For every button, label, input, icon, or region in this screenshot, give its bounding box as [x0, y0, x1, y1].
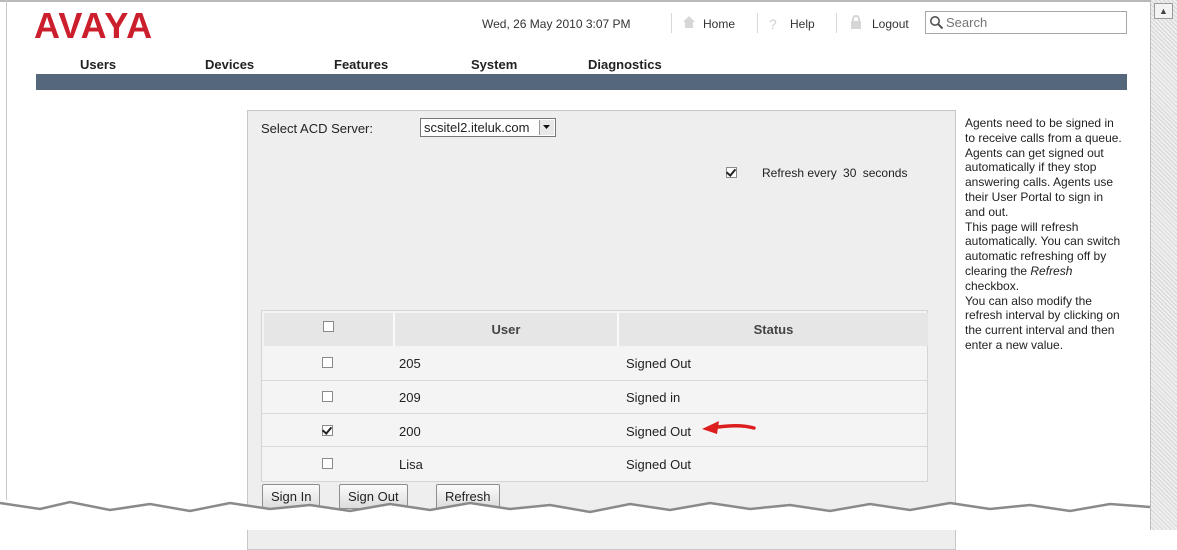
- help-icon: ?: [769, 16, 777, 32]
- refresh-checkbox[interactable]: [726, 167, 737, 178]
- header-separator: [757, 13, 758, 33]
- select-all-checkbox[interactable]: [323, 321, 334, 332]
- row-checkbox[interactable]: [322, 458, 333, 469]
- logout-link[interactable]: Logout: [872, 15, 909, 33]
- nav-devices[interactable]: Devices: [205, 57, 254, 72]
- acd-server-select[interactable]: scsitel2.iteluk.com: [420, 118, 556, 137]
- help-paragraph: You can also modify the refresh interval…: [965, 293, 1120, 352]
- row-user: Lisa: [399, 457, 423, 472]
- header-separator: [836, 13, 837, 33]
- row-user: 200: [399, 424, 421, 439]
- row-divider: [261, 446, 928, 447]
- window-left-border: [6, 0, 7, 500]
- row-divider: [261, 380, 928, 381]
- nav-features[interactable]: Features: [334, 57, 388, 72]
- help-text-fragment: checkbox.: [965, 278, 1020, 293]
- row-status: Signed Out: [626, 356, 692, 371]
- nav-diagnostics[interactable]: Diagnostics: [588, 57, 662, 72]
- refresh-suffix: seconds: [862, 166, 908, 180]
- column-header-user[interactable]: User: [395, 313, 619, 346]
- help-paragraph: Agents need to be signed in to receive c…: [965, 116, 1122, 219]
- window-top-border: [0, 0, 1150, 2]
- nav-users[interactable]: Users: [80, 57, 116, 72]
- torn-edge-decoration: [0, 500, 1150, 530]
- help-emphasis: Refresh: [1030, 263, 1073, 278]
- help-link[interactable]: Help: [790, 15, 815, 33]
- help-text: Agents need to be signed in to receive c…: [965, 116, 1125, 353]
- avaya-logo: AVAYA: [34, 5, 154, 46]
- header-separator: [671, 13, 672, 33]
- help-paragraph: This page will refresh automatically. Yo…: [965, 220, 1125, 294]
- row-divider: [261, 413, 928, 414]
- refresh-prefix: Refresh every: [762, 166, 837, 180]
- row-status: Signed Out: [626, 457, 692, 472]
- scroll-up-button[interactable]: ▲: [1154, 3, 1173, 19]
- select-all-header: [264, 313, 395, 346]
- nav-system[interactable]: System: [471, 57, 517, 72]
- header-datetime: Wed, 26 May 2010 3:07 PM: [482, 17, 631, 31]
- row-user: 205: [399, 356, 421, 371]
- home-icon: [682, 15, 696, 34]
- selected-server: scsitel2.iteluk.com: [424, 120, 530, 135]
- chevron-down-icon[interactable]: [539, 120, 554, 135]
- refresh-interval[interactable]: 30: [843, 166, 856, 180]
- nav-bar: [36, 74, 1127, 90]
- row-user: 209: [399, 390, 421, 405]
- column-header-status[interactable]: Status: [619, 313, 928, 346]
- vertical-scrollbar[interactable]: ▲: [1150, 0, 1177, 530]
- search-box[interactable]: [925, 11, 1127, 34]
- red-arrow-annotation: [702, 421, 756, 434]
- search-icon: [929, 15, 944, 30]
- row-checkbox[interactable]: [322, 425, 333, 436]
- row-status: Signed in: [626, 390, 681, 405]
- row-checkbox[interactable]: [322, 357, 333, 368]
- row-status: Signed Out: [626, 424, 692, 439]
- lock-icon: [850, 15, 862, 34]
- search-input[interactable]: [946, 13, 1122, 31]
- row-checkbox[interactable]: [322, 391, 333, 402]
- refresh-text: Refresh every 30 seconds: [762, 166, 907, 180]
- server-label: Select ACD Server:: [261, 121, 373, 136]
- home-link[interactable]: Home: [703, 15, 735, 33]
